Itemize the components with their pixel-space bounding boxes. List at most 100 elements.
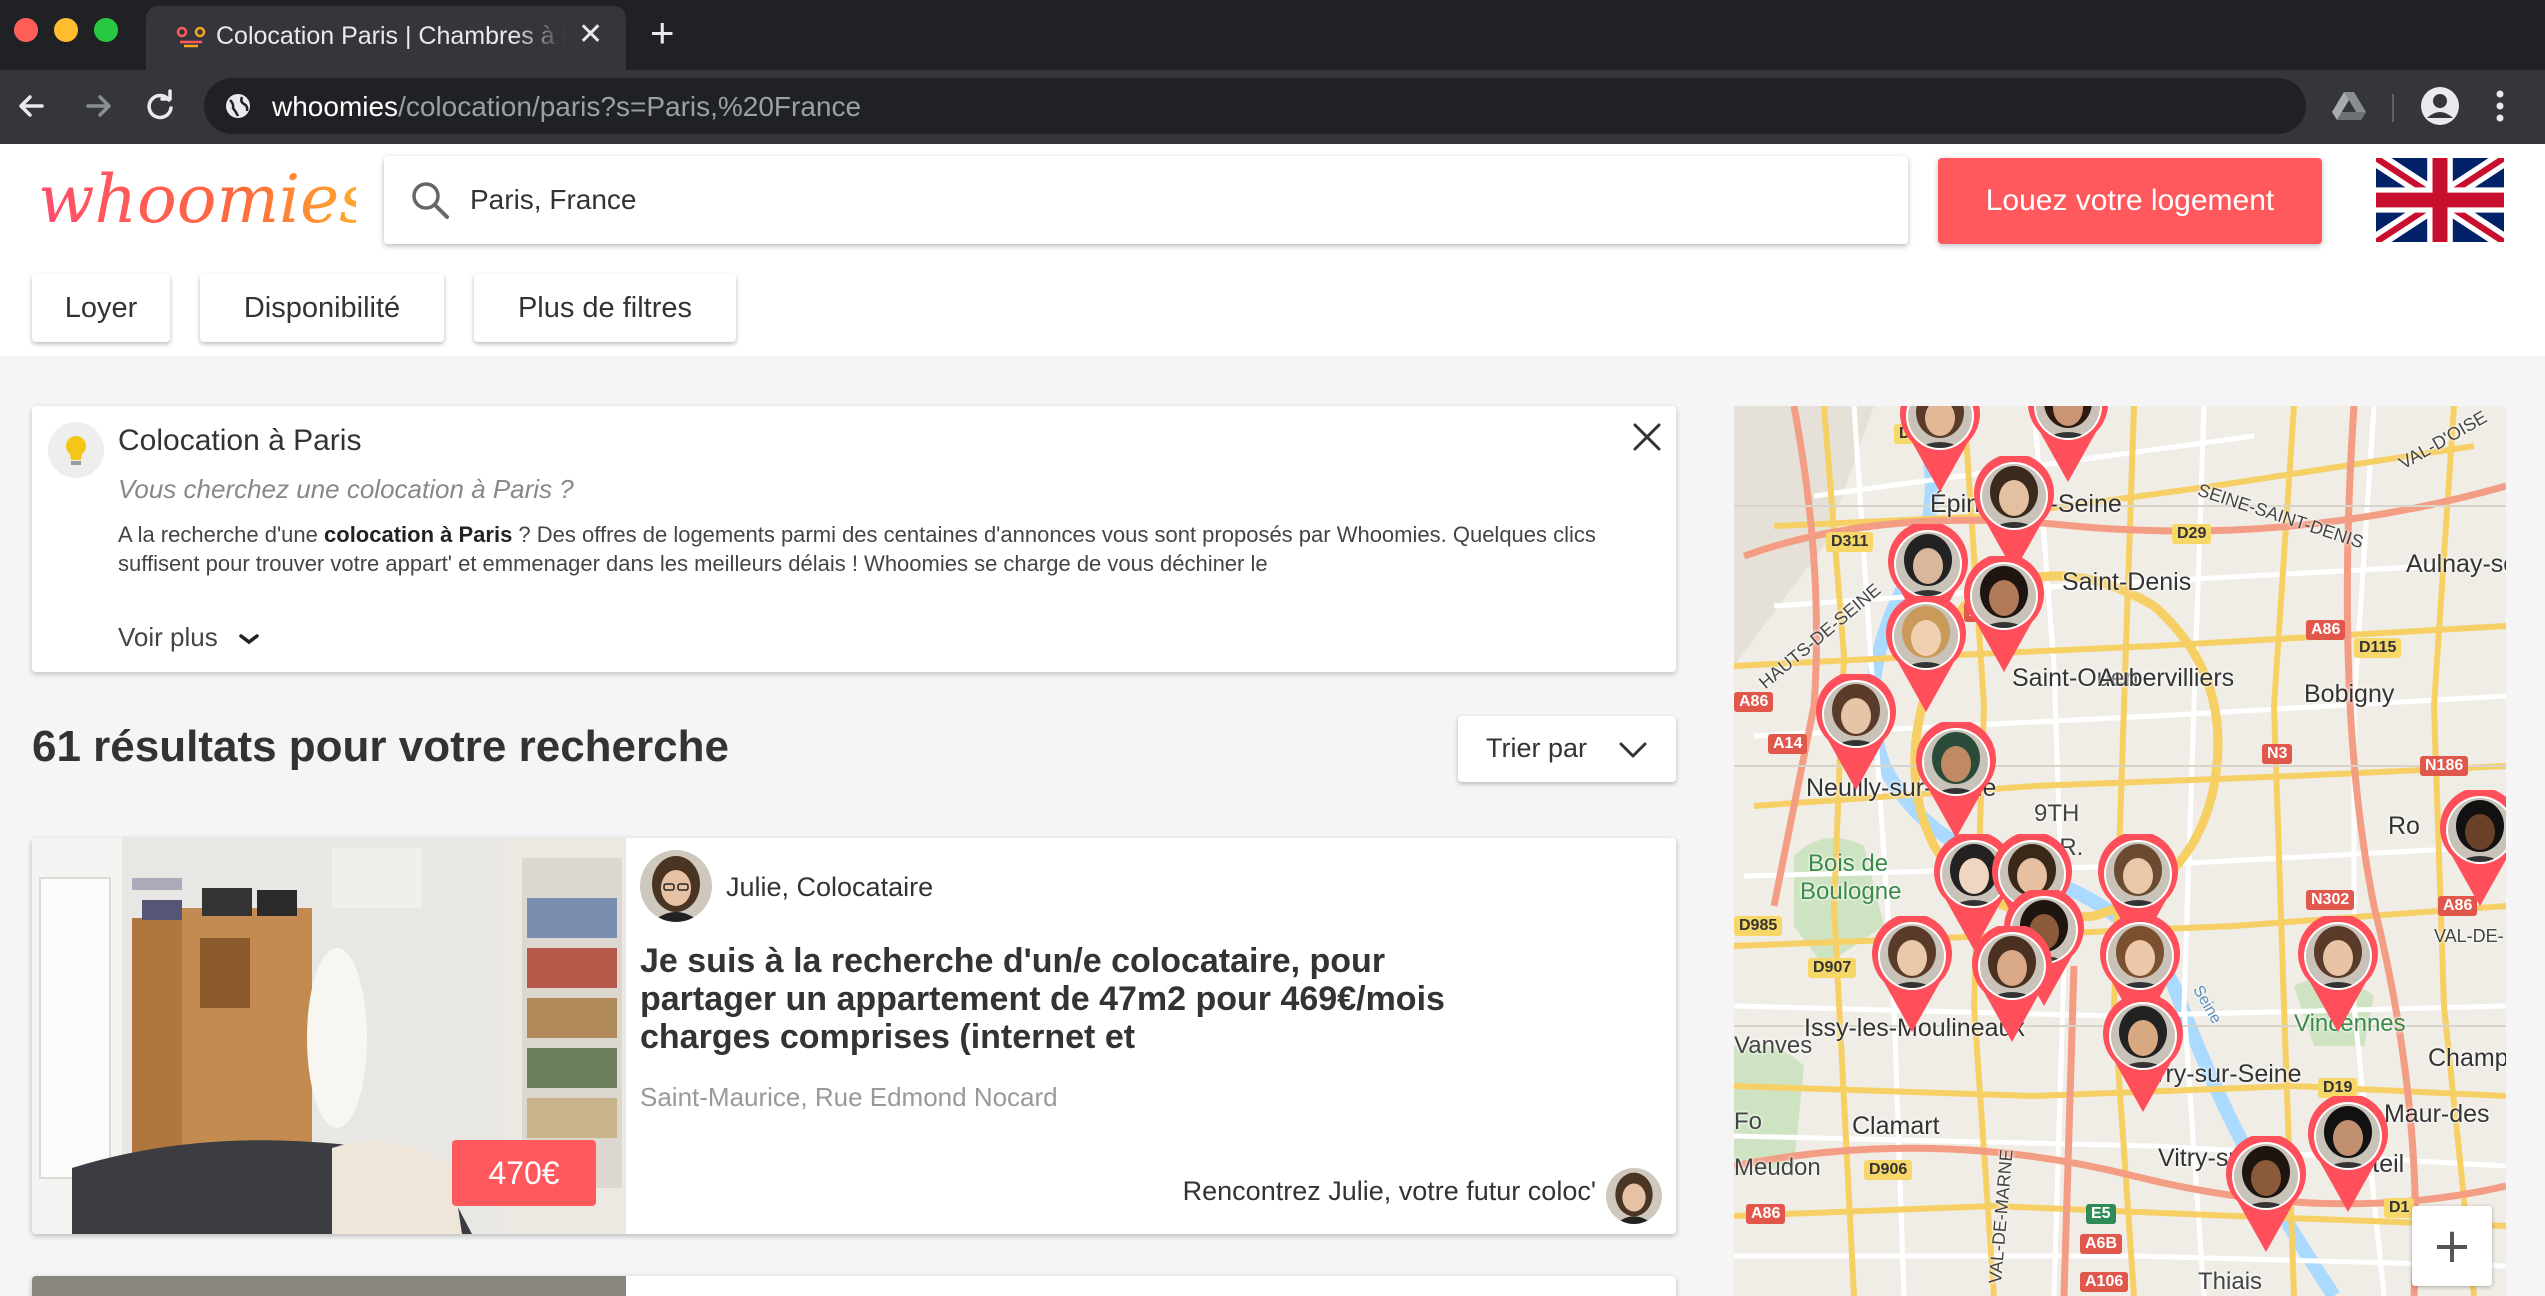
whoomies-favicon-icon: [176, 26, 206, 48]
map-place-label: Fo: [1734, 1108, 1763, 1135]
listing-title[interactable]: Je suis à la recherche d'un/e colocatair…: [640, 942, 1480, 1056]
new-tab-button[interactable]: +: [650, 12, 675, 54]
address-bar[interactable]: whoomies/colocation/paris?s=Paris,%20Fra…: [204, 78, 2306, 134]
map-listing-pin[interactable]: [2101, 996, 2185, 1114]
map-listing-pin[interactable]: [2306, 1096, 2390, 1214]
filter-availability-button[interactable]: Disponibilité: [200, 274, 444, 342]
google-drive-icon[interactable]: [2332, 90, 2366, 122]
meet-host-link[interactable]: Rencontrez Julie, votre futur coloc': [1183, 1176, 1596, 1207]
map-place-label: Boulogne: [1800, 878, 1902, 905]
rent-your-home-button[interactable]: Louez votre logement: [1938, 158, 2322, 244]
browser-toolbar: whoomies/colocation/paris?s=Paris,%20Fra…: [0, 70, 2545, 144]
road-shield: D29: [2172, 524, 2212, 544]
location-search-input[interactable]: [470, 176, 1870, 224]
map-place-label: 9TH: [2034, 800, 2080, 827]
tab-close-icon[interactable]: ✕: [578, 20, 603, 50]
listing-card[interactable]: [32, 1276, 1676, 1296]
map-listing-pin[interactable]: [1870, 916, 1954, 1034]
map-listing-pin[interactable]: [2296, 916, 2380, 1034]
site-header: whoomies Louez votre logement Loyer Disp…: [0, 144, 2545, 356]
map-place-label: Vanves: [1734, 1032, 1813, 1059]
svg-text:whoomies: whoomies: [38, 161, 356, 238]
map-zoom-in-button[interactable]: +: [2412, 1206, 2492, 1286]
road-shield: N186: [2420, 756, 2469, 776]
chevron-down-icon: [1619, 742, 1647, 758]
map-place-label: Champ: [2428, 1044, 2506, 1072]
road-shield: D907: [1808, 958, 1857, 978]
road-shield: A6B: [2080, 1234, 2123, 1254]
listing-photo[interactable]: [32, 1276, 626, 1296]
road-shield: A86: [2306, 620, 2346, 640]
map-place-label: Bobigny: [2304, 680, 2395, 708]
close-icon[interactable]: [1630, 420, 1664, 454]
listing-address: Saint-Maurice, Rue Edmond Nocard: [640, 1082, 1058, 1112]
reload-icon[interactable]: [140, 86, 180, 126]
map-place-label: Clamart: [1852, 1112, 1940, 1140]
info-text-bold: colocation à Paris: [324, 522, 513, 547]
road-shield: D985: [1734, 916, 1783, 936]
road-shield: D19: [2318, 1078, 2358, 1098]
url-host: whoomies: [272, 91, 399, 122]
browser-tab[interactable]: Colocation Paris | Chambres à Louer ✕: [146, 6, 626, 70]
search-icon: [412, 182, 449, 219]
road-shield: A106: [2080, 1272, 2129, 1292]
info-card-title: Colocation à Paris: [118, 424, 362, 457]
road-shield: N302: [2306, 890, 2355, 910]
host-avatar-small[interactable]: [1606, 1168, 1662, 1224]
map-place-label: Aulnay-so: [2406, 550, 2506, 578]
price-badge: 470€: [452, 1140, 596, 1206]
results-count-heading: 61 résultats pour votre recherche: [32, 722, 729, 771]
info-card-subtitle: Vous cherchez une colocation à Paris ?: [118, 474, 574, 504]
map-listing-pin[interactable]: [1814, 674, 1898, 792]
filter-more-button[interactable]: Plus de filtres: [474, 274, 736, 342]
url-text: whoomies/colocation/paris?s=Paris,%20Fra…: [272, 91, 861, 123]
see-more-link[interactable]: Voir plus: [118, 622, 218, 653]
chevron-down-icon[interactable]: [238, 632, 260, 646]
profile-avatar-icon[interactable]: [2420, 86, 2460, 126]
window-maximize-button[interactable]: [94, 18, 118, 42]
forward-arrow-icon[interactable]: [78, 86, 118, 126]
toolbar-divider: [2392, 94, 2394, 122]
map-region-label: VAL-DE-: [2434, 926, 2504, 946]
road-shield: D906: [1864, 1160, 1913, 1180]
map-listing-pin[interactable]: [1914, 722, 1998, 840]
road-shield: A86: [1734, 692, 1774, 712]
back-arrow-icon[interactable]: [12, 86, 52, 126]
road-shield: E5: [2086, 1204, 2116, 1224]
info-text-part: A la recherche d'une: [118, 522, 325, 547]
map-place-label: Aubervilliers: [2098, 664, 2235, 692]
map-listing-pin[interactable]: [1962, 556, 2046, 674]
road-shield: D311: [1826, 532, 1874, 552]
filter-rent-button[interactable]: Loyer: [32, 274, 170, 342]
listing-card[interactable]: 470€ Julie, Colocataire Je suis à la rec…: [32, 838, 1676, 1234]
results-map[interactable]: Épinay-sur-Seine Saint-Denis Saint-Ouen …: [1734, 406, 2506, 1296]
map-listing-pin[interactable]: [1970, 926, 2054, 1044]
window-close-button[interactable]: [14, 18, 38, 42]
sort-label: Trier par: [1486, 733, 1588, 763]
map-listing-pin[interactable]: [2224, 1136, 2308, 1254]
window-minimize-button[interactable]: [54, 18, 78, 42]
map-listing-pin[interactable]: [2438, 790, 2506, 908]
road-shield: D115: [2354, 638, 2402, 658]
road-shield: A86: [1746, 1204, 1786, 1224]
host-name: Julie, Colocataire: [726, 872, 934, 902]
location-search-box[interactable]: [384, 156, 1908, 244]
uk-flag-icon[interactable]: [2376, 158, 2504, 242]
map-place-label: Meudon: [1734, 1154, 1821, 1181]
url-path: /colocation/paris?s=Paris,%20France: [398, 91, 862, 122]
info-card-text: A la recherche d'une colocation à Paris …: [118, 520, 1638, 578]
seo-info-card: Colocation à Paris Vous cherchez une col…: [32, 406, 1676, 672]
map-place-label: Ro: [2388, 812, 2420, 840]
browser-tab-bar: Colocation Paris | Chambres à Louer ✕ +: [0, 0, 2545, 70]
map-place-label: Thiais: [2198, 1268, 2263, 1295]
globe-icon: [226, 94, 250, 118]
map-listing-pin[interactable]: [1898, 406, 1982, 494]
lightbulb-icon: [48, 422, 104, 478]
sort-dropdown[interactable]: Trier par: [1458, 716, 1676, 782]
road-shield: A14: [1768, 734, 1808, 754]
more-menu-icon[interactable]: [2494, 86, 2506, 126]
host-avatar[interactable]: [640, 850, 712, 922]
road-shield: N3: [2262, 744, 2293, 764]
map-place-label: Saint-Denis: [2062, 568, 2192, 596]
whoomies-logo[interactable]: whoomies: [36, 156, 356, 246]
